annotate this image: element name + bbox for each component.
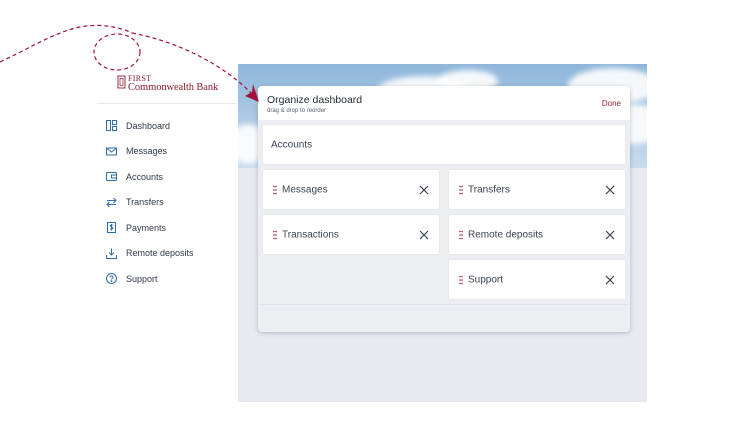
widget-label: Transfers — [468, 184, 510, 195]
widget-card-remote-deposits[interactable]: Remote deposits — [449, 215, 625, 254]
organize-dashboard-dialog: Organize dashboard drag & drop to reorde… — [258, 86, 630, 332]
bank-crest-icon — [117, 75, 126, 89]
sidebar-item-label: Messages — [126, 146, 168, 157]
sidebar-nav: Dashboard Messages Accounts Transfers Pa… — [106, 113, 194, 292]
sidebar-item-dashboard[interactable]: Dashboard — [106, 113, 194, 139]
dashboard-icon — [106, 120, 117, 132]
dialog-header: Organize dashboard drag & drop to reorde… — [258, 86, 630, 120]
drag-handle-icon[interactable] — [459, 275, 463, 284]
widget-card-support[interactable]: Support — [449, 260, 625, 299]
drag-handle-icon[interactable] — [459, 230, 463, 239]
widget-label: Support — [468, 274, 504, 285]
widget-card-accounts: Accounts — [263, 125, 625, 164]
drag-handle-icon[interactable] — [459, 185, 463, 194]
question-circle-icon — [106, 273, 117, 285]
dialog-footer-divider — [258, 304, 630, 305]
close-icon[interactable] — [419, 185, 429, 195]
sidebar-item-label: Accounts — [126, 171, 164, 182]
close-icon[interactable] — [605, 275, 615, 285]
widget-card-transactions[interactable]: Transactions — [263, 215, 439, 254]
sidebar-divider — [97, 103, 237, 104]
sidebar-item-label: Remote deposits — [126, 248, 194, 259]
brand-name-line2: Commonwealth Bank — [128, 82, 219, 93]
sidebar-item-messages[interactable]: Messages — [106, 139, 194, 165]
drag-handle-icon[interactable] — [273, 230, 277, 239]
sidebar-item-remote-deposits[interactable]: Remote deposits — [106, 241, 194, 267]
download-tray-icon — [106, 248, 117, 259]
brand-logo[interactable]: FIRST Commonwealth Bank — [117, 74, 219, 93]
done-button[interactable]: Done — [602, 99, 621, 108]
widget-card-transfers[interactable]: Transfers — [449, 170, 625, 209]
widget-label: Accounts — [271, 139, 313, 150]
widget-label: Messages — [282, 184, 328, 195]
transfer-arrows-icon — [106, 197, 117, 208]
dialog-subtitle: drag & drop to reorder — [267, 108, 327, 114]
sidebar-item-label: Dashboard — [126, 120, 171, 131]
sidebar-item-transfers[interactable]: Transfers — [106, 190, 194, 216]
sidebar-item-label: Payments — [126, 222, 167, 233]
widget-label: Transactions — [282, 229, 339, 240]
sidebar-item-payments[interactable]: Payments — [106, 215, 194, 241]
widget-card-messages[interactable]: Messages — [263, 170, 439, 209]
dollar-document-icon — [106, 222, 117, 234]
envelope-icon — [106, 146, 117, 157]
close-icon[interactable] — [605, 230, 615, 240]
sidebar: FIRST Commonwealth Bank Dashboard Messag… — [97, 64, 237, 304]
drag-handle-icon[interactable] — [273, 185, 277, 194]
close-icon[interactable] — [419, 230, 429, 240]
sidebar-item-support[interactable]: Support — [106, 266, 194, 292]
sidebar-item-accounts[interactable]: Accounts — [106, 164, 194, 190]
wallet-icon — [106, 171, 117, 182]
close-icon[interactable] — [605, 185, 615, 195]
dialog-title: Organize dashboard — [267, 94, 363, 106]
widget-label: Remote deposits — [468, 229, 544, 240]
sidebar-item-label: Transfers — [126, 197, 164, 208]
sidebar-item-label: Support — [126, 273, 158, 284]
